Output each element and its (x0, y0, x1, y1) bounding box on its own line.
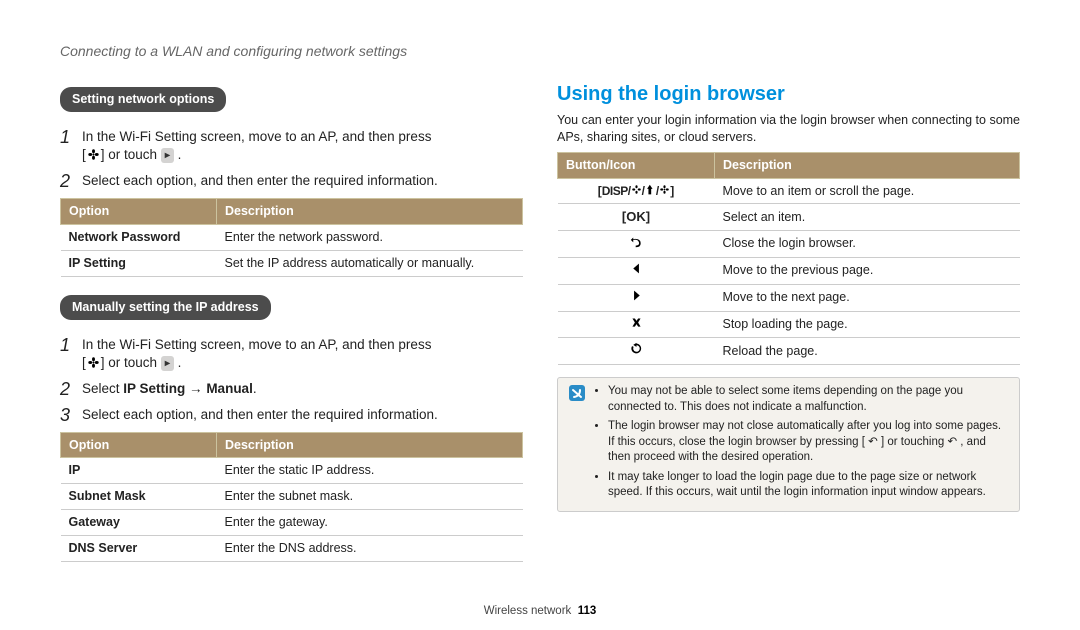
option-name: Network Password (61, 224, 217, 250)
table-header-description: Description (217, 432, 523, 458)
step2-bold2: Manual (206, 381, 253, 396)
stop-icon (558, 311, 715, 338)
note-list: You may not be able to select some items… (594, 384, 1009, 505)
table-header-description: Description (715, 152, 1020, 178)
page-footer: Wireless network 113 (0, 604, 1080, 620)
table-row: IP Enter the static IP address. (61, 458, 523, 484)
step-number: 2 (60, 380, 82, 400)
step2-pre: Select (82, 381, 123, 396)
note-item: You may not be able to select some items… (608, 384, 1009, 415)
option-desc: Enter the gateway. (217, 510, 523, 536)
flower-icon (87, 148, 100, 166)
step-body: Select each option, and then enter the r… (82, 172, 523, 192)
left-column: Setting network options 1 In the Wi-Fi S… (60, 81, 523, 574)
step-text-b: or touch (108, 355, 157, 370)
button-desc: Move to the next page. (715, 284, 1020, 311)
option-desc: Enter the network password. (217, 224, 523, 250)
step-number: 1 (60, 128, 82, 166)
steps-manual-ip: 1 In the Wi-Fi Setting screen, move to a… (60, 336, 523, 426)
table-row: [DISP///] Move to an item or scroll the … (558, 178, 1020, 204)
note-icon (568, 384, 586, 505)
page-header: Connecting to a WLAN and configuring net… (60, 42, 1020, 61)
button-desc: Move to the previous page. (715, 257, 1020, 284)
button-desc: Select an item. (715, 204, 1020, 231)
table-header-option: Option (61, 199, 217, 225)
step2-arrow: → (185, 381, 206, 396)
section-pill-manual-ip: Manually setting the IP address (60, 295, 271, 320)
touch-chip-icon: ▸ (161, 356, 174, 372)
button-desc: Reload the page. (715, 338, 1020, 365)
button-desc: Stop loading the page. (715, 311, 1020, 338)
step2-bold1: IP Setting (123, 381, 185, 396)
step-1: 1 In the Wi-Fi Setting screen, move to a… (60, 128, 523, 166)
option-desc: Enter the static IP address. (217, 458, 523, 484)
step-body: In the Wi-Fi Setting screen, move to an … (82, 336, 523, 374)
table-header-option: Option (61, 432, 217, 458)
option-desc: Enter the subnet mask. (217, 484, 523, 510)
table-row: Stop loading the page. (558, 311, 1020, 338)
section-pill-network-options: Setting network options (60, 87, 226, 112)
step-2: 2 Select IP Setting → Manual. (60, 380, 523, 400)
table-row: Subnet Mask Enter the subnet mask. (61, 484, 523, 510)
step2-post: . (253, 381, 257, 396)
note-box: You may not be able to select some items… (557, 377, 1020, 512)
step-body: Select each option, and then enter the r… (82, 406, 523, 426)
table-row: Close the login browser. (558, 230, 1020, 257)
left-icon (558, 257, 715, 284)
option-desc: Set the IP address automatically or manu… (217, 250, 523, 276)
footer-section: Wireless network (484, 605, 572, 617)
option-desc: Enter the DNS address. (217, 536, 523, 562)
table-row: Reload the page. (558, 338, 1020, 365)
table-manual-ip: Option Description IP Enter the static I… (60, 432, 523, 562)
flower-icon (87, 356, 100, 374)
two-column-layout: Setting network options 1 In the Wi-Fi S… (60, 81, 1020, 574)
step-text-a: In the Wi-Fi Setting screen, move to an … (82, 337, 431, 352)
option-name: DNS Server (61, 536, 217, 562)
table-network-options: Option Description Network Password Ente… (60, 198, 523, 277)
step-1: 1 In the Wi-Fi Setting screen, move to a… (60, 336, 523, 374)
option-name: Gateway (61, 510, 217, 536)
step-body: In the Wi-Fi Setting screen, move to an … (82, 128, 523, 166)
table-row: DNS Server Enter the DNS address. (61, 536, 523, 562)
table-row: [OK] Select an item. (558, 204, 1020, 231)
intro-paragraph: You can enter your login information via… (557, 112, 1020, 146)
button-desc: Move to an item or scroll the page. (715, 178, 1020, 204)
manual-page: Connecting to a WLAN and configuring net… (0, 0, 1080, 630)
step-text-b: or touch (108, 147, 157, 162)
option-name: IP (61, 458, 217, 484)
step-text-a: In the Wi-Fi Setting screen, move to an … (82, 129, 431, 144)
dpad-icon: [DISP///] (558, 178, 715, 204)
step-body: Select IP Setting → Manual. (82, 380, 523, 400)
table-row: Network Password Enter the network passw… (61, 224, 523, 250)
reload-icon (558, 338, 715, 365)
step-number: 1 (60, 336, 82, 374)
page-number: 113 (578, 605, 597, 617)
table-row: IP Setting Set the IP address automatica… (61, 250, 523, 276)
right-icon (558, 284, 715, 311)
option-name: Subnet Mask (61, 484, 217, 510)
note-item: It may take longer to load the login pag… (608, 470, 1009, 501)
option-name: IP Setting (61, 250, 217, 276)
table-header-button-icon: Button/Icon (558, 152, 715, 178)
step-3: 3 Select each option, and then enter the… (60, 406, 523, 426)
table-button-icon: Button/Icon Description [DISP///] Move t… (557, 152, 1020, 366)
note-item: The login browser may not close automati… (608, 419, 1009, 466)
step-2: 2 Select each option, and then enter the… (60, 172, 523, 192)
table-row: Gateway Enter the gateway. (61, 510, 523, 536)
step-number: 3 (60, 406, 82, 426)
ok-icon: [OK] (558, 204, 715, 231)
step-number: 2 (60, 172, 82, 192)
table-row: Move to the next page. (558, 284, 1020, 311)
steps-network-options: 1 In the Wi-Fi Setting screen, move to a… (60, 128, 523, 192)
table-row: Move to the previous page. (558, 257, 1020, 284)
table-header-description: Description (217, 199, 523, 225)
section-heading-login-browser: Using the login browser (557, 81, 1020, 108)
right-column: Using the login browser You can enter yo… (557, 81, 1020, 574)
button-desc: Close the login browser. (715, 230, 1020, 257)
touch-chip-icon: ▸ (161, 148, 174, 164)
back-icon (558, 230, 715, 257)
